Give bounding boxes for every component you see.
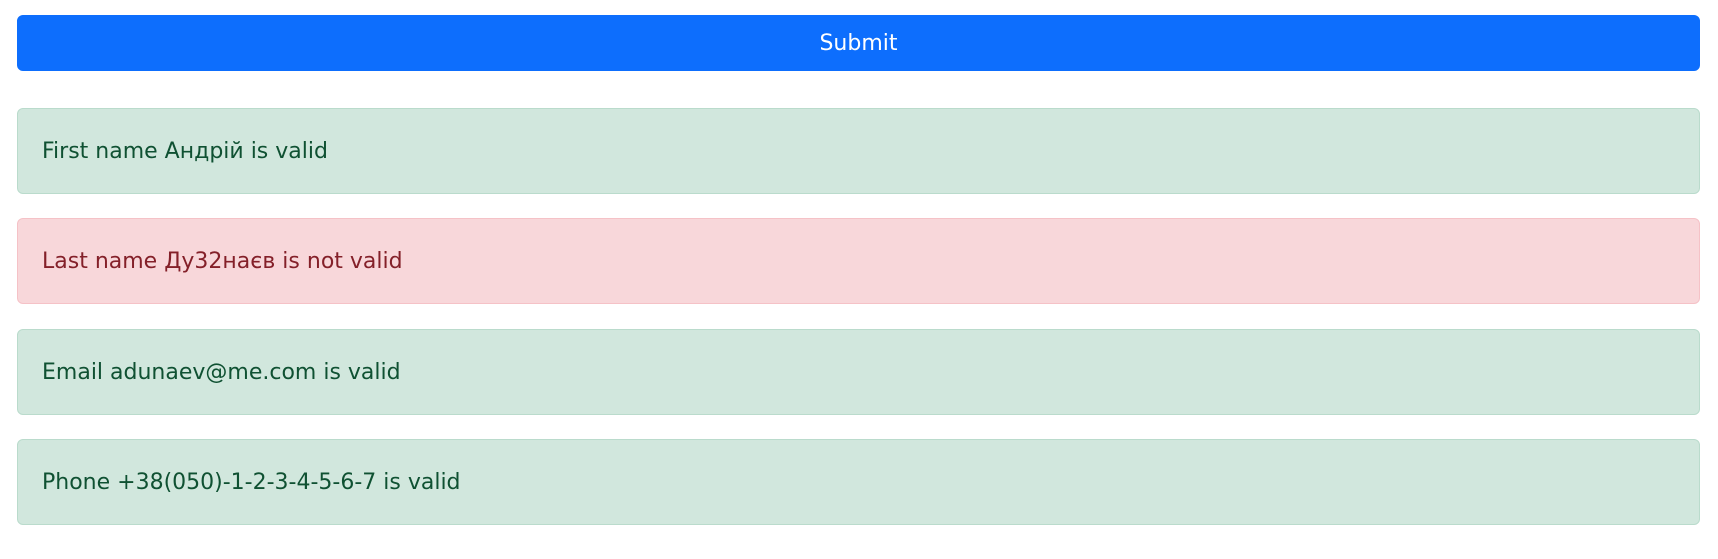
alert-message: Phone +38(050)-1-2-3-4-5-6-7 is valid (42, 469, 461, 495)
phone-valid-alert: Phone +38(050)-1-2-3-4-5-6-7 is valid (17, 439, 1700, 525)
alert-message: Last name Ду32наєв is not valid (42, 248, 403, 274)
alert-message: Email adunaev@me.com is valid (42, 359, 401, 385)
first-name-valid-alert: First name Андрій is valid (17, 108, 1700, 194)
last-name-invalid-alert: Last name Ду32наєв is not valid (17, 218, 1700, 304)
validation-page: Submit First name Андрій is valid Last n… (0, 0, 1718, 559)
alert-message: First name Андрій is valid (42, 138, 328, 164)
email-valid-alert: Email adunaev@me.com is valid (17, 329, 1700, 415)
submit-button[interactable]: Submit (17, 15, 1700, 71)
